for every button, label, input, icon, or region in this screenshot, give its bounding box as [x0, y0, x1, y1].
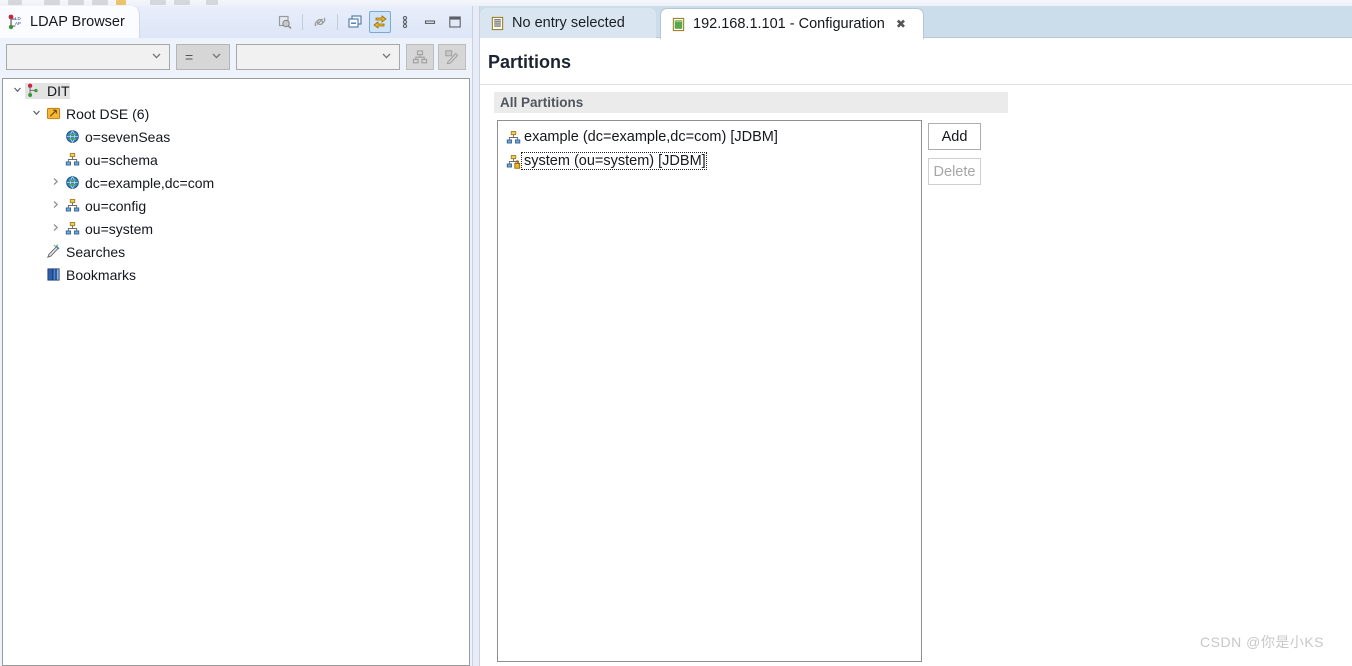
org-unit-icon: [63, 221, 81, 236]
tree-item-searches[interactable]: Searches: [3, 240, 469, 263]
partition-icon: [504, 130, 522, 145]
chevron-down-icon[interactable]: [9, 85, 25, 97]
list-item-label: example (dc=example,dc=com) [JDBM]: [524, 129, 778, 145]
refresh-search-icon[interactable]: [274, 11, 296, 33]
tree-item-ou-config-label: ou=config: [85, 197, 147, 214]
page-title: Partitions: [488, 52, 572, 72]
chevron-right-icon[interactable]: [47, 177, 63, 189]
chevron-down-icon: [380, 49, 393, 65]
chevron-right-icon[interactable]: [47, 223, 63, 235]
tree-item-o-sevenseas[interactable]: o=sevenSeas: [3, 125, 469, 148]
title-divider: [480, 84, 1352, 85]
tree-item-bookmarks-label: Bookmarks: [66, 266, 137, 283]
maximize-icon[interactable]: [444, 11, 466, 33]
watermark: CSDN @你是小KS: [1200, 634, 1324, 650]
delete-button[interactable]: Delete: [928, 158, 981, 185]
list-item[interactable]: system (ou=system) [JDBM]: [498, 149, 921, 173]
link-with-editor-icon[interactable]: [369, 11, 391, 33]
tab-configuration[interactable]: 192.168.1.101 - Configuration ✖: [660, 8, 924, 39]
tree-item-ou-schema-label: ou=schema: [85, 151, 158, 168]
configuration-editor-icon: [671, 17, 686, 32]
tree-item-dc-example-label: dc=example,dc=com: [85, 174, 215, 191]
section-header-label: All Partitions: [500, 95, 584, 110]
ldap-browser-tab-row: LD AP LDAP Browser: [0, 6, 472, 38]
editor-tab-bar: No entry selected 192.168.1.101 - Config…: [480, 6, 1352, 39]
section-header-all-partitions: All Partitions: [494, 92, 1008, 113]
svg-text:AP: AP: [15, 21, 21, 26]
root-dse-icon: [44, 106, 62, 121]
entry-editor-icon: [490, 16, 505, 31]
tree-item-searches-label: Searches: [66, 243, 126, 260]
org-unit-icon: [63, 152, 81, 167]
chevron-right-icon[interactable]: [47, 200, 63, 212]
bookmarks-icon: [44, 267, 62, 282]
close-icon[interactable]: ✖: [896, 17, 906, 31]
quick-filter-toolbar: =: [0, 38, 472, 78]
tab-ldap-browser[interactable]: LD AP LDAP Browser: [0, 6, 140, 38]
show-dit-button[interactable]: [406, 44, 434, 70]
view-menu-icon[interactable]: [394, 11, 416, 33]
org-unit-icon: [63, 198, 81, 213]
minimize-icon[interactable]: [419, 11, 441, 33]
tree-item-o-sevenseas-label: o=sevenSeas: [85, 128, 171, 145]
toolbar-separator-2: [337, 14, 338, 30]
tree-item-ou-system-label: ou=system: [85, 220, 154, 237]
tab-no-entry-selected-label: No entry selected: [512, 15, 625, 31]
list-item[interactable]: example (dc=example,dc=com) [JDBM]: [498, 125, 921, 149]
delete-button-label: Delete: [933, 163, 976, 180]
dit-tree[interactable]: DIT Root DSE (6) o=sevenSeas ou=schema d…: [2, 78, 470, 666]
edit-filter-button[interactable]: [438, 44, 466, 70]
tree-item-ou-schema[interactable]: ou=schema: [3, 148, 469, 171]
tab-configuration-label: 192.168.1.101 - Configuration: [693, 16, 885, 32]
filter-operator-value: =: [185, 49, 194, 65]
filter-operator-combo[interactable]: =: [176, 44, 230, 70]
ldap-browser-view: LD AP LDAP Browser = DIT Root DSE (6) o=…: [0, 6, 472, 666]
filter-attribute-combo[interactable]: [6, 44, 170, 70]
tree-item-dit[interactable]: DIT: [3, 79, 469, 102]
link-icon[interactable]: [309, 11, 331, 33]
toolbar-separator-1: [302, 14, 303, 30]
searches-icon: [44, 244, 62, 259]
tree-item-ou-system[interactable]: ou=system: [3, 217, 469, 240]
globe-entry-icon: [63, 175, 81, 190]
tree-item-root-dse[interactable]: Root DSE (6): [3, 102, 469, 125]
tree-item-dit-label: DIT: [47, 82, 70, 99]
list-item-label: system (ou=system) [JDBM]: [524, 153, 706, 169]
collapse-all-icon[interactable]: [344, 11, 366, 33]
dit-icon: [25, 83, 43, 98]
tree-item-ou-config[interactable]: ou=config: [3, 194, 469, 217]
chevron-down-icon[interactable]: [28, 108, 44, 120]
sash-divider[interactable]: [472, 6, 480, 666]
ldap-browser-toolbar: [274, 10, 466, 34]
chevron-down-icon: [150, 49, 163, 65]
tree-item-root-dse-label: Root DSE (6): [66, 105, 150, 122]
partition-locked-icon: [504, 154, 522, 169]
editor-area: No entry selected 192.168.1.101 - Config…: [480, 6, 1352, 666]
add-button[interactable]: Add: [928, 123, 981, 150]
tree-item-bookmarks[interactable]: Bookmarks: [3, 263, 469, 286]
globe-entry-icon: [63, 129, 81, 144]
ldap-browser-icon: LD AP: [8, 14, 24, 30]
chevron-down-icon: [210, 49, 223, 65]
tab-no-entry-selected[interactable]: No entry selected: [480, 8, 656, 38]
filter-value-combo[interactable]: [236, 44, 400, 70]
partitions-list[interactable]: example (dc=example,dc=com) [JDBM] syste…: [497, 120, 922, 662]
add-button-label: Add: [941, 128, 968, 145]
tree-item-dc-example[interactable]: dc=example,dc=com: [3, 171, 469, 194]
tab-ldap-browser-label: LDAP Browser: [30, 14, 125, 30]
